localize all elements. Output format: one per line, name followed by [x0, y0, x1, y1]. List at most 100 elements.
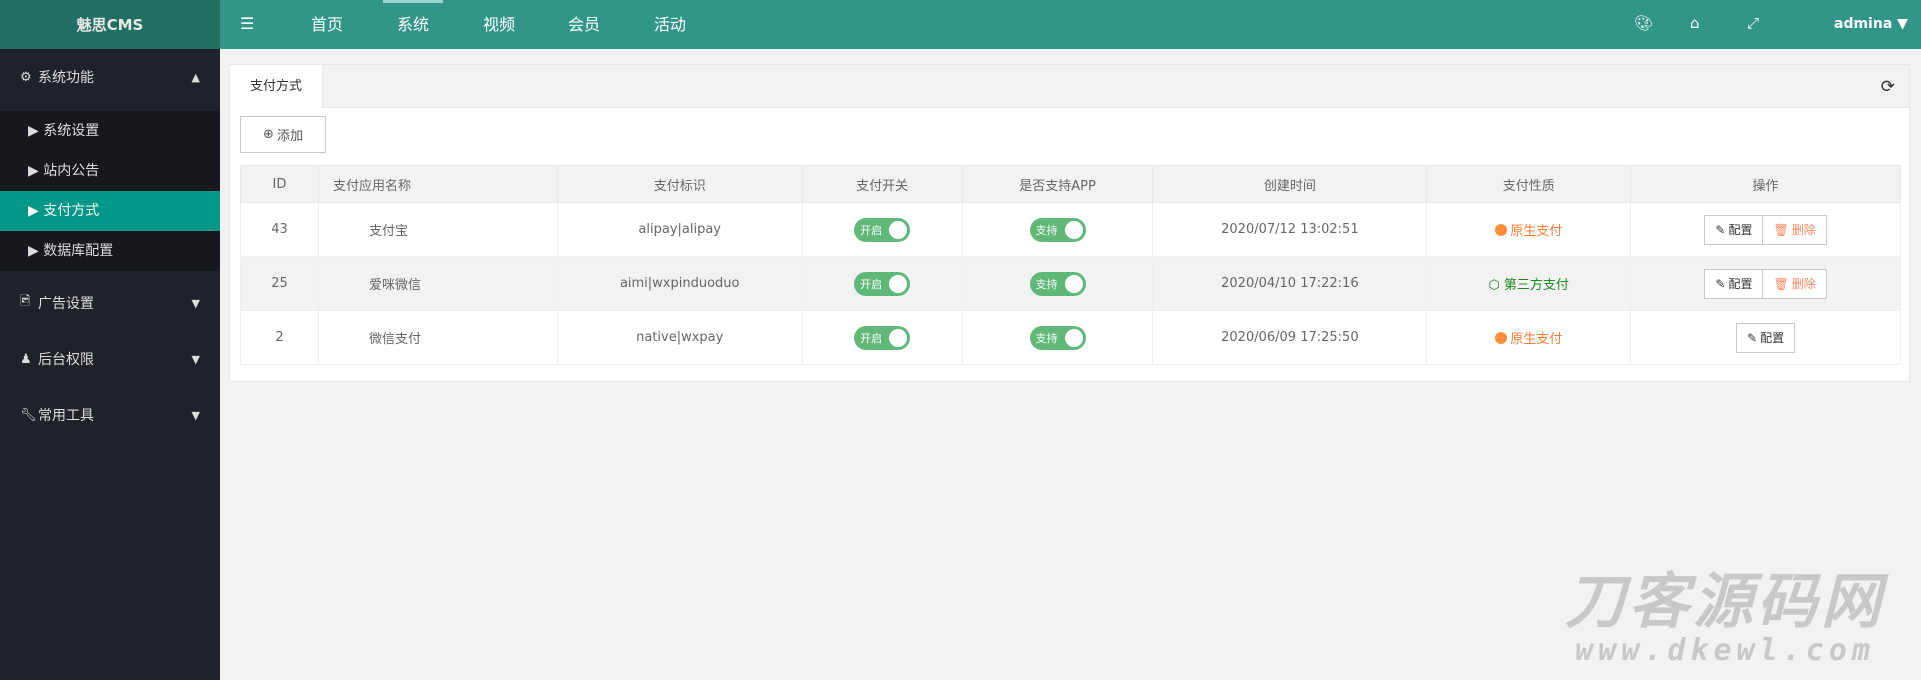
cell-id: 43 [240, 202, 319, 257]
cell-id: 2 [240, 310, 319, 365]
caret-down-icon: ▼ [191, 408, 200, 422]
nav-activity[interactable]: 活动 [654, 0, 686, 49]
item-label: 系统设置 [43, 123, 100, 139]
group-label: 后台权限 [38, 352, 94, 368]
cell-created: 2020/04/10 17:22:16 [1152, 256, 1428, 311]
toggle-label: 开启 [860, 331, 883, 345]
nav-home[interactable]: 首页 [311, 0, 343, 49]
pencil-icon: ✎ [1715, 276, 1726, 291]
kind-label: 第三方支付 [1503, 278, 1569, 293]
kind-badge: 原生支付 [1495, 224, 1562, 239]
sidebar-item-payment[interactable]: ▶ 支付方式 [0, 191, 220, 231]
cell-created: 2020/07/12 13:02:51 [1152, 202, 1428, 257]
button-label: 删除 [1791, 277, 1816, 291]
tab-payment[interactable]: 支付方式 [230, 65, 323, 108]
group-label: 广告设置 [38, 296, 94, 312]
button-label: 配置 [1728, 223, 1753, 237]
nav-system[interactable]: 系统 [382, 0, 444, 49]
app-toggle[interactable]: 支持 [1029, 217, 1086, 242]
sidebar-group-system[interactable]: ⚙ 系统功能 ▲ [0, 49, 220, 105]
column-header: 支付标识 [556, 165, 803, 203]
app-toggle[interactable]: 支持 [1029, 325, 1086, 350]
fullscreen-icon[interactable]: ⤢ [1747, 14, 1759, 32]
column-header: 操作 [1630, 165, 1901, 203]
caret-down-icon: ▼ [1897, 16, 1908, 32]
nav-video[interactable]: 视频 [483, 0, 515, 49]
toggle-label: 支持 [1035, 331, 1058, 345]
payment-toggle[interactable]: 开启 [854, 217, 911, 242]
table-header: ID 支付应用名称 支付标识 支付开关 是否支持APP 创建时间 支付性质 操作 [240, 165, 1901, 203]
cell-created: 2020/06/09 17:25:50 [1152, 310, 1428, 365]
config-button[interactable]: ✎ 配置 [1704, 214, 1764, 245]
toggle-knob [1064, 220, 1083, 239]
payment-toggle[interactable]: 开启 [854, 271, 911, 296]
toggle-label: 支持 [1035, 223, 1058, 237]
app-toggle[interactable]: 支持 [1029, 271, 1086, 296]
item-label: 支付方式 [43, 203, 100, 219]
toggle-label: 开启 [860, 223, 883, 237]
action-group: ✎ 配置 🗑︎ 删除 [1704, 268, 1827, 299]
cell-name: 支付宝 [317, 202, 558, 257]
caret-up-icon: ▲ [191, 70, 200, 84]
cell-app: 支持 [961, 310, 1154, 365]
item-label: 站内公告 [43, 163, 100, 179]
payment-toggle[interactable]: 开启 [854, 325, 911, 350]
cell-actions: ✎ 配置 🗑︎ 删除 [1630, 202, 1901, 257]
trash-icon: 🗑︎ [1773, 276, 1789, 291]
plus-circle-icon: ⊕ [263, 127, 274, 142]
tab-bar: 支付方式 ⟳ [230, 65, 1909, 108]
watermark-title: 刀客源码网 [1565, 567, 1885, 637]
delete-button[interactable]: 🗑︎ 删除 [1763, 214, 1827, 245]
refresh-icon[interactable]: ⟳ [1881, 77, 1895, 97]
column-header: 支付性质 [1426, 165, 1632, 203]
column-header: 支付开关 [801, 165, 963, 203]
cell-id: 25 [240, 256, 319, 311]
group-label: 系统功能 [38, 70, 94, 86]
toggle-knob [889, 328, 908, 347]
cell-code: alipay|alipay [556, 202, 803, 257]
column-header: 创建时间 [1152, 165, 1428, 203]
toggle-label: 支持 [1035, 277, 1058, 291]
toggle-knob [889, 220, 908, 239]
config-button[interactable]: ✎ 配置 [1736, 322, 1796, 353]
cell-switch: 开启 [801, 310, 963, 365]
cell-switch: 开启 [801, 202, 963, 257]
image-icon: 🖻︎ [20, 294, 31, 309]
wrench-icon: 🔧︎ [20, 407, 37, 423]
app-logo[interactable]: 魅思CMS [0, 0, 220, 49]
kind-label: 原生支付 [1510, 224, 1563, 239]
caret-down-icon: ▼ [191, 352, 200, 366]
sidebar-item-system-settings[interactable]: ▶ 系统设置 [0, 111, 220, 151]
pencil-icon: ✎ [1715, 222, 1726, 237]
table-row: 43 支付宝 alipay|alipay 开启 支持 2020/07/12 13:02:5… [240, 202, 1901, 257]
sidebar-group-tools[interactable]: 🔧︎ 常用工具 ▼ [0, 387, 220, 443]
action-group: ✎ 配置 🗑︎ 删除 [1704, 214, 1827, 245]
table-row: 2 微信支付 native|wxpay 开启 支持 2020/06/09 17:25:50… [240, 310, 1901, 365]
user-menu[interactable]: admina ▼ [1834, 0, 1908, 49]
kind-label: 原生支付 [1510, 332, 1563, 347]
circle-icon [1495, 332, 1508, 344]
palette-icon[interactable]: 🎨︎ [1634, 14, 1653, 32]
sidebar-item-database[interactable]: ▶ 数据库配置 [0, 231, 220, 271]
tag-icon[interactable]: ⌂ [1690, 14, 1700, 32]
toggle-knob [889, 274, 908, 293]
toggle-knob [1064, 274, 1083, 293]
cell-code: aimi|wxpinduoduo [556, 256, 803, 311]
delete-button[interactable]: 🗑︎ 删除 [1763, 268, 1827, 299]
column-header: ID [240, 165, 319, 203]
sidebar-item-announcements[interactable]: ▶ 站内公告 [0, 151, 220, 191]
add-button[interactable]: ⊕ 添加 [240, 116, 326, 153]
menu-fold-icon[interactable]: ☰ [240, 14, 260, 34]
kind-badge: 原生支付 [1495, 332, 1562, 347]
group-label: 常用工具 [38, 408, 94, 424]
sidebar-group-ads[interactable]: 🖻︎ 广告设置 ▼ [0, 275, 220, 331]
cell-name: 爱咪微信 [317, 256, 558, 311]
cell-app: 支持 [961, 202, 1154, 257]
cell-actions: ✎ 配置 🗑︎ 删除 [1630, 256, 1901, 311]
button-label: 配置 [1728, 277, 1753, 291]
sidebar-group-permissions[interactable]: ♟ 后台权限 ▼ [0, 331, 220, 387]
cube-icon: ⬡ [1488, 278, 1504, 293]
cell-switch: 开启 [801, 256, 963, 311]
config-button[interactable]: ✎ 配置 [1704, 268, 1764, 299]
nav-member[interactable]: 会员 [568, 0, 600, 49]
